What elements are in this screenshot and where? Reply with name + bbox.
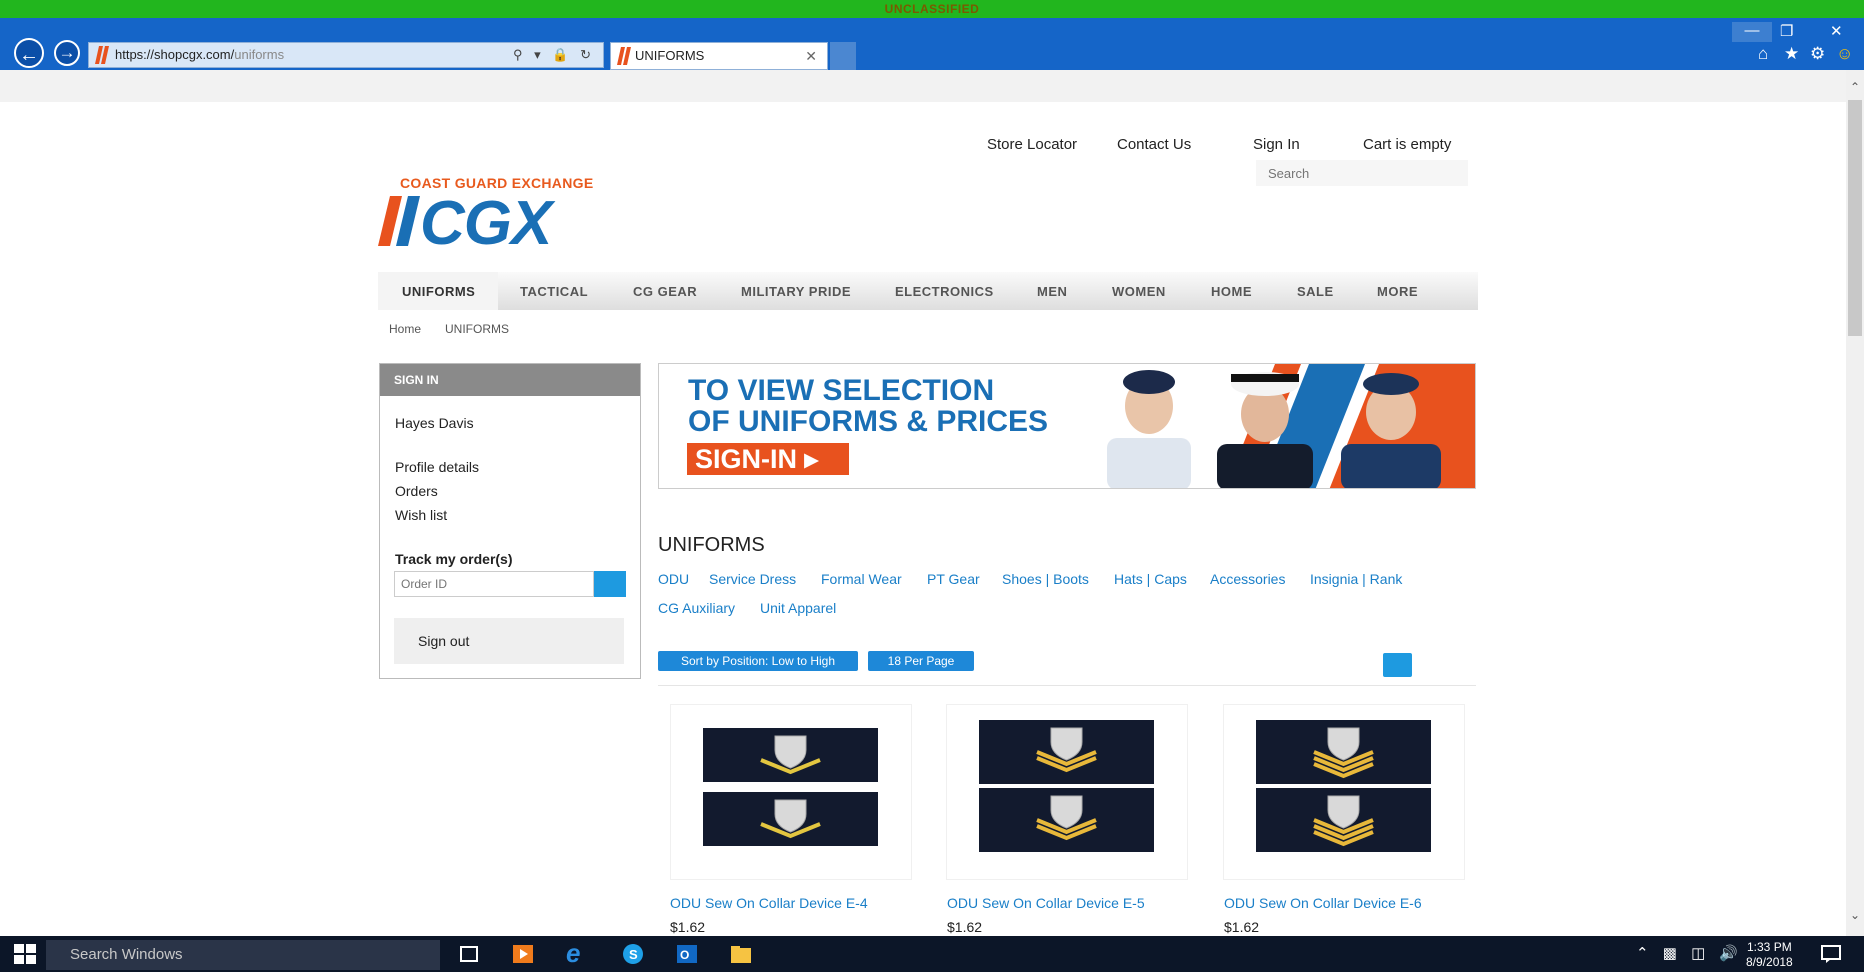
favorites-star-icon[interactable]: ★ (1784, 44, 1799, 64)
category-pt-gear[interactable]: PT Gear (927, 571, 980, 587)
collar-patch-image (979, 720, 1154, 784)
taskbar-search-input[interactable]: Search Windows (46, 940, 440, 970)
contact-us-link[interactable]: Contact Us (1117, 136, 1191, 153)
sign-in-link[interactable]: Sign In (1253, 136, 1300, 153)
scroll-up-icon[interactable]: ⌃ (1846, 80, 1864, 94)
order-id-input[interactable] (394, 571, 594, 597)
menu-sale[interactable]: SALE (1297, 284, 1334, 299)
new-tab-button[interactable] (830, 42, 856, 70)
taskbar-clock[interactable]: 1:33 PM 8/9/2018 (1746, 940, 1793, 970)
close-window-icon[interactable]: ✕ (1830, 22, 1843, 40)
user-name: Hayes Davis (395, 415, 474, 431)
product-price-e4: $1.62 (670, 919, 706, 935)
skype-icon[interactable]: S (622, 944, 644, 964)
track-order-button[interactable] (594, 571, 626, 597)
category-cg-auxiliary[interactable]: CG Auxiliary (658, 600, 735, 616)
minimize-icon[interactable]: — (1732, 22, 1772, 42)
category-formal-wear[interactable]: Formal Wear (821, 571, 902, 587)
divider (658, 685, 1476, 686)
task-view-icon[interactable] (458, 944, 480, 964)
product-title-e6[interactable]: ODU Sew On Collar Device E-6 (1224, 895, 1422, 911)
breadcrumb-current: UNIFORMS (445, 322, 509, 336)
back-arrow-icon[interactable]: ← (14, 38, 44, 68)
tab-favicon-icon (617, 47, 631, 65)
windows-start-icon[interactable] (14, 944, 36, 964)
grid-view-button[interactable] (1383, 653, 1412, 677)
product-title-e4[interactable]: ODU Sew On Collar Device E-4 (670, 895, 868, 911)
sidebar-title: SIGN IN (380, 364, 640, 396)
promo-line-1: TO VIEW SELECTION (688, 374, 995, 407)
close-tab-icon[interactable]: ✕ (805, 43, 817, 69)
menu-military-pride[interactable]: MILITARY PRIDE (741, 284, 851, 299)
category-unit-apparel[interactable]: Unit Apparel (760, 600, 836, 616)
collar-patch-image (703, 728, 878, 782)
menu-women[interactable]: WOMEN (1112, 284, 1166, 299)
logo-slash-icon (378, 196, 420, 246)
menu-home[interactable]: HOME (1211, 284, 1252, 299)
restore-icon[interactable]: ❐ (1780, 22, 1793, 40)
per-page-dropdown[interactable]: 18 Per Page (868, 651, 974, 671)
url-host: https://shopcgx.com/ (115, 47, 235, 62)
smiley-feedback-icon[interactable]: ☺ (1836, 44, 1853, 64)
category-odu[interactable]: ODU (658, 571, 689, 587)
svg-text:O: O (680, 948, 689, 962)
url-path: uniforms (234, 47, 285, 62)
menu-uniforms[interactable]: UNIFORMS (402, 284, 475, 299)
breadcrumb-home[interactable]: Home (389, 322, 421, 336)
menu-men[interactable]: MEN (1037, 284, 1067, 299)
internet-explorer-icon[interactable]: e (566, 938, 580, 969)
menu-tactical[interactable]: TACTICAL (520, 284, 588, 299)
media-player-icon[interactable] (512, 944, 534, 964)
orders-link[interactable]: Orders (395, 483, 438, 499)
category-shoes-boots[interactable]: Shoes | Boots (1002, 571, 1089, 587)
forward-arrow-icon[interactable]: → (54, 40, 80, 66)
category-service-dress[interactable]: Service Dress (709, 571, 796, 587)
category-insignia-rank[interactable]: Insignia | Rank (1310, 571, 1402, 587)
browser-tab[interactable]: UNIFORMS ✕ (610, 42, 828, 70)
product-price-e5: $1.62 (947, 919, 983, 935)
section-title: UNIFORMS (658, 534, 765, 556)
product-price-e6: $1.62 (1224, 919, 1260, 935)
clock-date: 8/9/2018 (1746, 955, 1793, 969)
collar-patch-image (1256, 720, 1431, 784)
promo-sign-in-button[interactable]: SIGN-IN ▸ (687, 443, 849, 475)
file-explorer-icon[interactable] (730, 944, 752, 964)
svg-text:S: S (629, 947, 638, 962)
collar-patch-image (979, 788, 1154, 852)
address-bar-tools-icon[interactable]: ⚲ ▾ 🔒 ↻ (513, 43, 595, 67)
promo-line-2: OF UNIFORMS & PRICES (688, 405, 1049, 438)
system-tray-icons[interactable]: ⌃ ▩ ◫ 🔊 (1636, 944, 1743, 962)
tab-title: UNIFORMS (635, 48, 705, 63)
classification-banner: UNCLASSIFIED (0, 0, 1864, 18)
collar-patch-image (1256, 788, 1431, 852)
search-input[interactable] (1256, 160, 1468, 186)
cart-link[interactable]: Cart is empty (1363, 136, 1451, 153)
track-order-label: Track my order(s) (395, 551, 513, 567)
scrollbar-thumb[interactable] (1848, 100, 1862, 336)
notifications-icon[interactable] (1820, 944, 1842, 964)
store-locator-link[interactable]: Store Locator (987, 136, 1077, 153)
gear-icon[interactable]: ⚙ (1810, 44, 1825, 64)
collar-patch-image (703, 792, 878, 846)
scroll-down-icon[interactable]: ⌄ (1846, 908, 1864, 922)
category-hats-caps[interactable]: Hats | Caps (1114, 571, 1187, 587)
sort-by-dropdown[interactable]: Sort by Position: Low to High (658, 651, 858, 671)
menu-cg-gear[interactable]: CG GEAR (633, 284, 697, 299)
main-menu: UNIFORMS TACTICAL CG GEAR MILITARY PRIDE… (378, 272, 1478, 310)
product-title-e5[interactable]: ODU Sew On Collar Device E-5 (947, 895, 1145, 911)
menu-electronics[interactable]: ELECTRONICS (895, 284, 994, 299)
menu-more[interactable]: MORE (1377, 284, 1418, 299)
clock-time: 1:33 PM (1747, 940, 1792, 954)
site-favicon-icon (95, 46, 109, 64)
promo-uniformed-people-image (1107, 364, 1475, 488)
outlook-icon[interactable]: O (676, 944, 698, 964)
logo-cgx[interactable]: CGX (420, 188, 552, 259)
home-icon[interactable]: ⌂ (1758, 44, 1768, 64)
browser-toolbar-strip (0, 70, 1864, 102)
category-accessories[interactable]: Accessories (1210, 571, 1285, 587)
wish-list-link[interactable]: Wish list (395, 507, 447, 523)
address-bar[interactable]: https://shopcgx.com/uniforms ⚲ ▾ 🔒 ↻ (88, 42, 604, 68)
profile-details-link[interactable]: Profile details (395, 459, 479, 475)
sign-out-button[interactable]: Sign out (394, 618, 624, 664)
